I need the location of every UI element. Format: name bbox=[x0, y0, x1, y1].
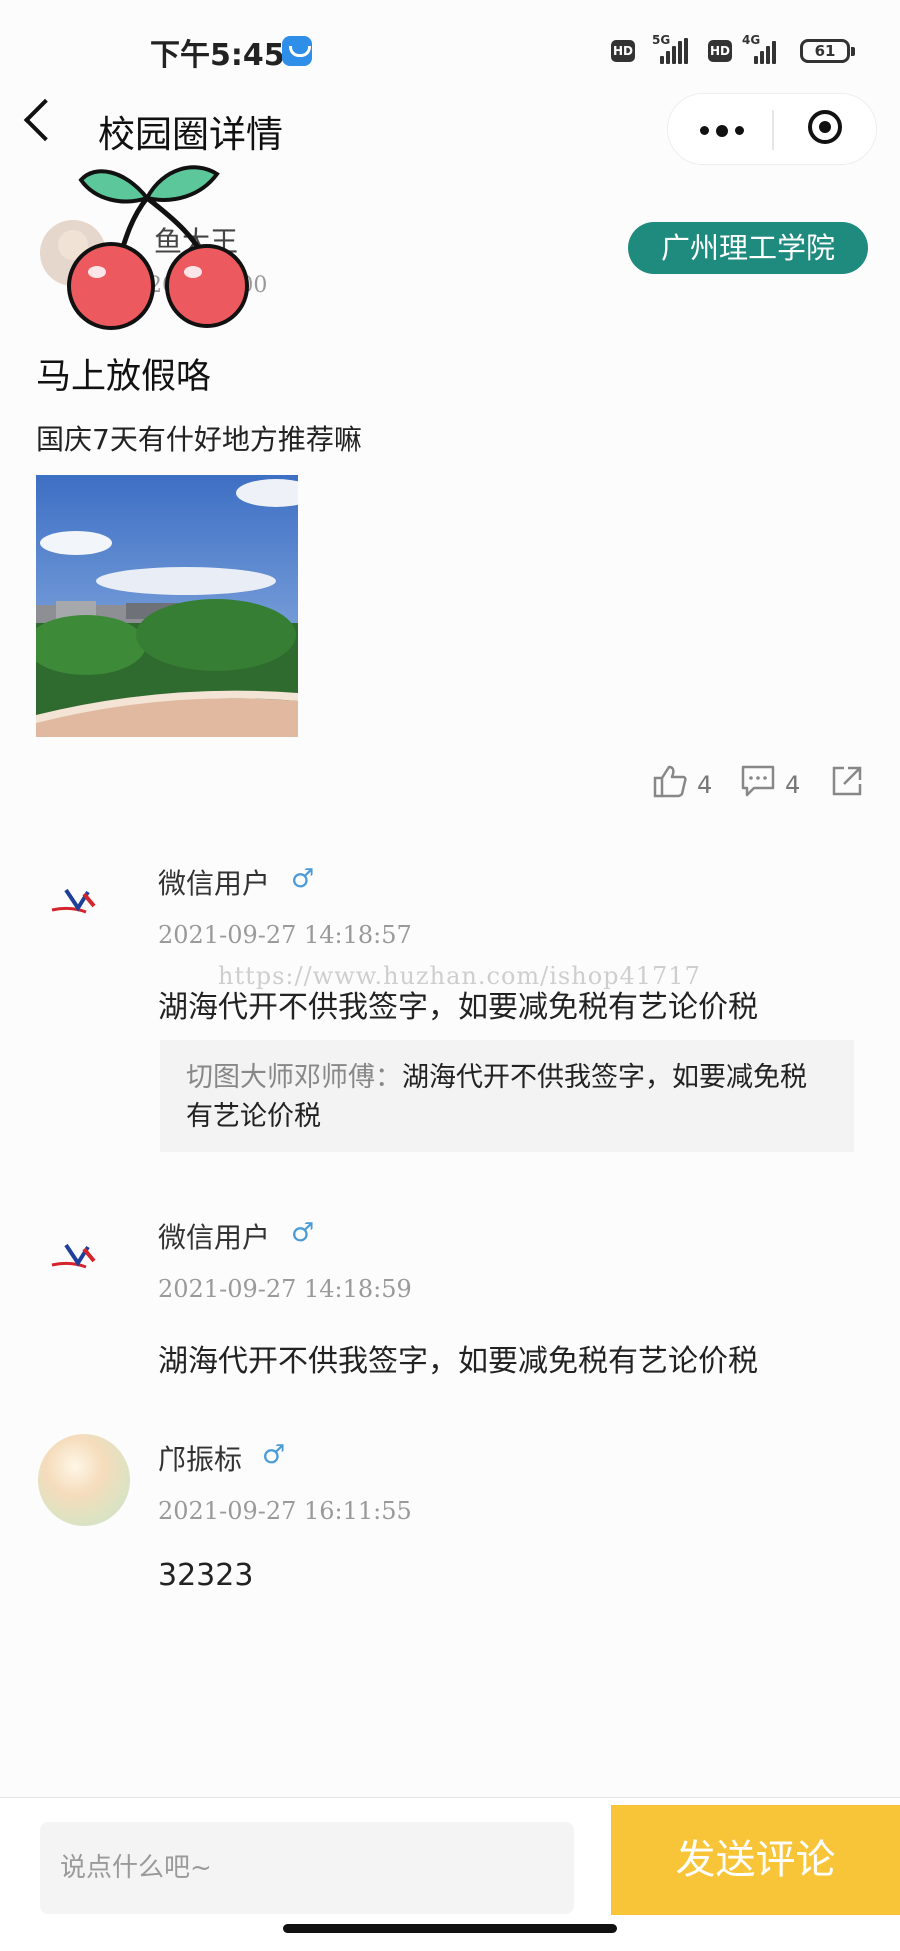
school-tag[interactable]: 广州理工学院 bbox=[628, 222, 868, 274]
comment-time: 2021-09-27 14:18:59 bbox=[158, 1275, 412, 1303]
more-icon[interactable] bbox=[700, 125, 744, 137]
back-icon[interactable] bbox=[23, 98, 67, 142]
capsule-divider bbox=[772, 110, 774, 150]
home-indicator[interactable] bbox=[283, 1924, 617, 1933]
comment-author-name: 微信用户 bbox=[158, 1221, 271, 1254]
comment-text: 32323 bbox=[158, 1558, 254, 1593]
comment-icon[interactable] bbox=[740, 764, 776, 798]
comment-author-name: 邝振标 bbox=[158, 1443, 243, 1476]
comment-avatar[interactable] bbox=[40, 860, 130, 950]
like-count: 4 bbox=[697, 771, 713, 799]
post-image[interactable] bbox=[36, 475, 298, 737]
comment-text: 湖海代开不供我签字，如要减免税有艺论价税 bbox=[158, 1344, 758, 1379]
comment-author-name: 微信用户 bbox=[158, 867, 271, 900]
male-icon: ♂ bbox=[262, 1440, 286, 1470]
comment-time: 2021-09-27 16:11:55 bbox=[158, 1497, 412, 1525]
share-icon[interactable] bbox=[830, 764, 864, 798]
comment-avatar[interactable] bbox=[40, 1215, 130, 1305]
signal-icon bbox=[660, 38, 690, 64]
hd-icon-2: HD bbox=[708, 40, 732, 62]
male-icon: ♂ bbox=[291, 864, 315, 894]
hd-icon: HD bbox=[611, 40, 635, 62]
comment-count: 4 bbox=[785, 771, 801, 799]
post-body: 国庆7天有什好地方推荐嘛 bbox=[36, 423, 362, 456]
like-icon[interactable] bbox=[652, 764, 688, 798]
comment-text: 湖海代开不供我签字，如要减免税有艺论价税 bbox=[158, 990, 758, 1025]
signal-icon-2 bbox=[754, 38, 784, 64]
close-mini-program-icon[interactable] bbox=[808, 110, 842, 144]
comment-avatar[interactable] bbox=[38, 1434, 130, 1526]
reply-box[interactable]: 切图大师邓师傅：湖海代开不供我签字，如要减免税有艺论价税 bbox=[160, 1040, 854, 1152]
app-notification-icon bbox=[282, 36, 312, 66]
male-icon: ♂ bbox=[291, 1218, 315, 1248]
status-time: 下午5:45 bbox=[150, 38, 285, 73]
comment-time: 2021-09-27 14:18:57 bbox=[158, 921, 412, 949]
comment-input[interactable] bbox=[40, 1822, 574, 1914]
page-title: 校园圈详情 bbox=[98, 113, 283, 156]
battery-icon: 61 bbox=[800, 39, 855, 63]
send-comment-button[interactable]: 发送评论 bbox=[611, 1805, 900, 1915]
mini-program-capsule bbox=[667, 93, 877, 165]
cherry-sticker bbox=[67, 165, 249, 330]
post-title: 马上放假咯 bbox=[36, 357, 212, 397]
reply-author: 切图大师邓师傅： bbox=[186, 1062, 402, 1093]
